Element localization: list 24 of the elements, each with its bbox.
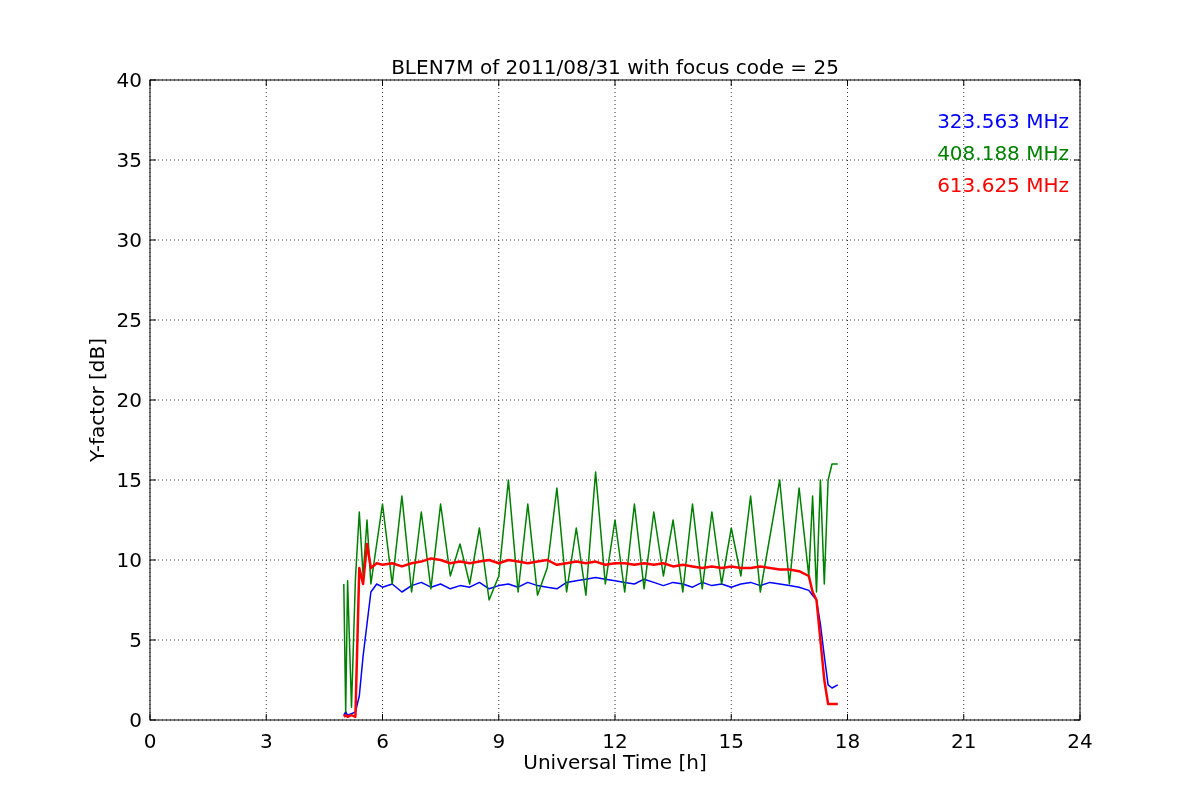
x-axis-label: Universal Time [h]: [523, 750, 707, 774]
x-tick-label: 9: [492, 729, 506, 753]
y-tick-label: 15: [116, 468, 142, 492]
y-axis-label: Y-factor [dB]: [85, 338, 109, 462]
legend-label: 613.625 MHz: [937, 173, 1069, 197]
x-tick-label: 0: [143, 729, 157, 753]
y-tick-label: 35: [116, 148, 142, 172]
y-tick-label: 25: [116, 308, 142, 332]
y-tick-label: 30: [116, 228, 142, 252]
legend-label: 323.563 MHz: [937, 109, 1069, 133]
x-tick-label: 21: [951, 729, 977, 753]
y-tick-label: 40: [116, 68, 142, 92]
x-tick-label: 6: [376, 729, 389, 753]
chart-title: BLEN7M of 2011/08/31 with focus code = 25: [391, 55, 839, 79]
y-tick-label: 5: [129, 628, 142, 652]
y-tick-label: 10: [116, 548, 142, 572]
y-tick-label: 20: [116, 388, 142, 412]
x-tick-label: 12: [602, 729, 628, 753]
y-tick-label: 0: [129, 708, 142, 732]
x-tick-label: 18: [834, 729, 861, 753]
x-tick-label: 15: [718, 729, 744, 753]
x-tick-label: 24: [1067, 729, 1093, 753]
legend-label: 408.188 MHz: [937, 141, 1069, 165]
x-tick-label: 3: [259, 729, 273, 753]
